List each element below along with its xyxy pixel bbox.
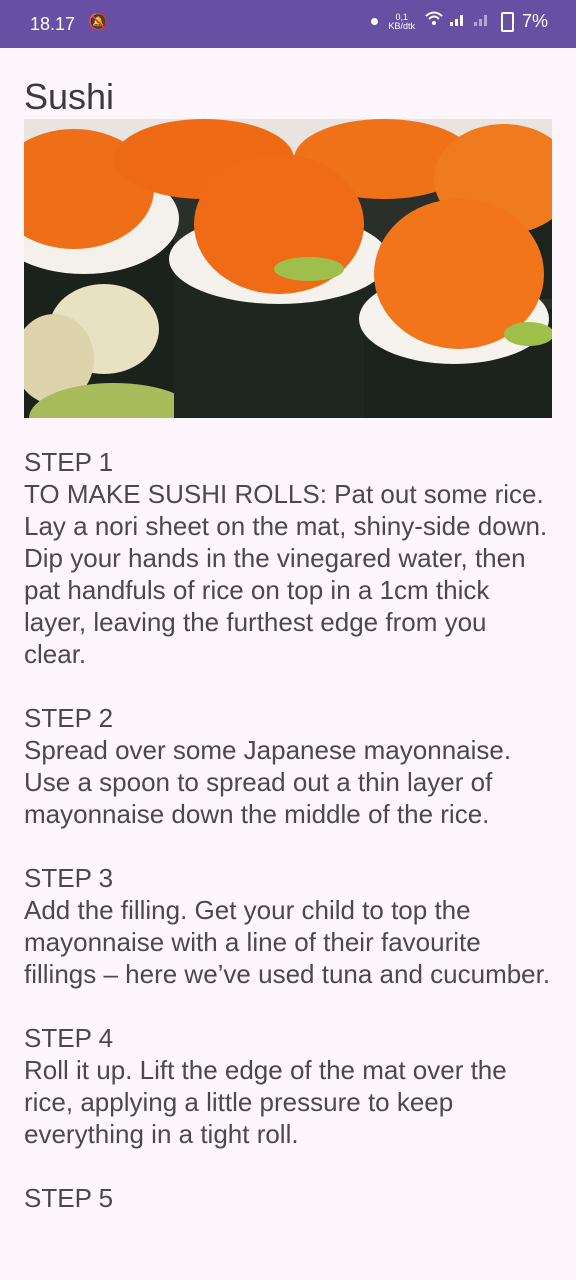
sushi-photo bbox=[24, 119, 552, 418]
step-item: STEP 4 Roll it up. Lift the edge of the … bbox=[24, 1022, 554, 1150]
step-text: Spread over some Japanese mayonnaise. Us… bbox=[24, 735, 512, 829]
status-icons: 0,1 KB/dtk 7% bbox=[371, 11, 548, 32]
step-title: STEP 4 bbox=[24, 1023, 114, 1053]
step-item: STEP 3 Add the filling. Get your child t… bbox=[24, 862, 554, 990]
wifi-icon bbox=[425, 11, 443, 32]
step-text: TO MAKE SUSHI ROLLS: Pat out some rice. … bbox=[24, 479, 548, 669]
step-item: STEP 5 bbox=[24, 1182, 554, 1214]
mute-icon: 🔕 bbox=[88, 14, 108, 31]
step-title: STEP 2 bbox=[24, 703, 114, 733]
signal-icon-sim1 bbox=[449, 11, 467, 32]
notification-dot-icon bbox=[371, 18, 379, 25]
step-item: STEP 1 TO MAKE SUSHI ROLLS: Pat out some… bbox=[24, 446, 554, 670]
step-title: STEP 5 bbox=[24, 1183, 114, 1213]
page-title: Sushi bbox=[24, 76, 115, 117]
network-speed-unit: KB/dtk bbox=[388, 20, 415, 31]
step-item: STEP 2 Spread over some Japanese mayonna… bbox=[24, 702, 554, 830]
step-text: Add the filling. Get your child to top t… bbox=[24, 895, 551, 989]
battery-icon bbox=[500, 11, 514, 32]
signal-icon-sim2 bbox=[473, 11, 491, 32]
steps-list: STEP 1 TO MAKE SUSHI ROLLS: Pat out some… bbox=[24, 446, 554, 1246]
step-text: Roll it up. Lift the edge of the mat ove… bbox=[24, 1055, 507, 1149]
step-title: STEP 1 bbox=[24, 447, 114, 477]
network-speed: 0,1 KB/dtk bbox=[388, 12, 415, 31]
battery-level: 7% bbox=[521, 11, 548, 31]
status-bar: 18.17 🔕 0,1 KB/dtk 7% bbox=[0, 0, 576, 48]
status-time: 18.17 bbox=[30, 14, 76, 34]
step-title: STEP 3 bbox=[24, 863, 114, 893]
